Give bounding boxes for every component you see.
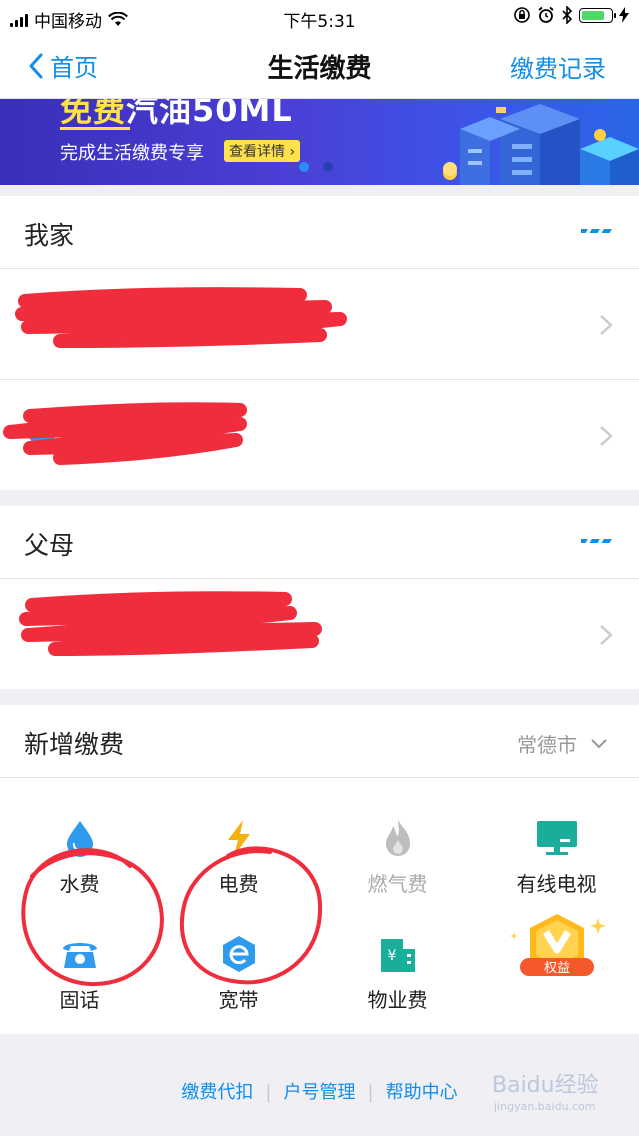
- tv-icon: [536, 821, 577, 855]
- item-label: 燃气费: [367, 872, 428, 896]
- svg-text:权益: 权益: [543, 960, 569, 976]
- account-row[interactable]: [0, 380, 639, 490]
- status-bar: 中国移动 下午5:31: [0, 0, 639, 34]
- orientation-lock-icon: [514, 7, 530, 23]
- promo-banner[interactable]: 免费汽油50ML 完成生活缴费专享 查看详情 ›: [0, 99, 639, 185]
- payment-records-button[interactable]: 缴费记录: [510, 49, 606, 84]
- pagination-dot[interactable]: [323, 162, 333, 172]
- status-right: [513, 6, 629, 24]
- chevron-right-icon: [600, 625, 613, 645]
- city-label: 常德市: [517, 733, 577, 757]
- nav-bar: 首页 生活缴费 缴费记录: [0, 34, 639, 99]
- payment-type-grid: 水费 电费 燃气费 有线电视 固话 宽带 ¥ 物业费 权益: [0, 778, 639, 1034]
- banner-details-button[interactable]: 查看详情 ›: [224, 140, 301, 162]
- battery-icon: [579, 7, 616, 23]
- pagination-dot-active[interactable]: [299, 162, 309, 172]
- add-payment-section: 新增缴费 常德市 水费 电费 燃气费 有线电视 固话 宽带 ¥ 物业费 权益: [0, 705, 639, 1034]
- alarm-icon: [538, 6, 554, 23]
- bluetooth-icon: [562, 6, 573, 24]
- account-row[interactable]: [0, 269, 639, 380]
- banner-pagination: [299, 162, 333, 172]
- group-parents: 父母: [0, 506, 639, 689]
- help-center-link[interactable]: 帮助中心: [386, 1082, 458, 1103]
- redaction-scribble: [15, 287, 347, 348]
- more-icon[interactable]: [581, 227, 613, 235]
- redaction-scribble: [19, 591, 322, 656]
- banner-subtitle: 完成生活缴费专享: [60, 143, 204, 164]
- cable-tv-item[interactable]: 有线电视: [477, 816, 636, 897]
- group-title: 父母: [24, 531, 75, 560]
- benefits-badge[interactable]: 权益: [477, 906, 636, 1000]
- chevron-right-icon: [600, 426, 613, 446]
- city-illustration: [443, 104, 639, 185]
- flame-icon: [385, 820, 410, 856]
- item-label: 有线电视: [516, 872, 597, 896]
- annotation-circle: [21, 848, 164, 987]
- group-title: 我家: [24, 221, 75, 250]
- chevron-down-icon: [591, 738, 607, 748]
- baidu-jingyan-watermark: Baidu经验 jingyan.baidu.com: [492, 1073, 599, 1113]
- add-payment-header: 新增缴费 常德市: [0, 705, 639, 778]
- more-icon[interactable]: [581, 537, 613, 545]
- add-payment-title: 新增缴费: [24, 730, 125, 759]
- benefits-badge-icon: 权益: [509, 914, 606, 976]
- city-selector[interactable]: 常德市: [517, 729, 607, 758]
- building-icon: ¥: [380, 939, 415, 972]
- gas-fee-item[interactable]: 燃气费: [318, 816, 477, 897]
- group-home-header: 我家: [0, 196, 639, 269]
- property-fee-item[interactable]: ¥ 物业费: [318, 932, 477, 1013]
- group-parents-header: 父母: [0, 506, 639, 579]
- auto-debit-link[interactable]: 缴费代扣: [181, 1082, 253, 1103]
- group-home: 我家: [0, 196, 639, 490]
- redaction-scribble: [3, 402, 247, 465]
- chevron-right-icon: [600, 315, 613, 335]
- account-row[interactable]: [0, 579, 639, 689]
- svg-text:Baidu经验: Baidu经验: [492, 1073, 599, 1098]
- svg-text:¥: ¥: [387, 948, 396, 964]
- item-label: 物业费: [367, 988, 428, 1012]
- account-management-link[interactable]: 户号管理: [284, 1082, 356, 1103]
- charging-icon: [619, 7, 629, 23]
- svg-text:jingyan.baidu.com: jingyan.baidu.com: [493, 1100, 596, 1113]
- annotation-circle: [179, 846, 323, 985]
